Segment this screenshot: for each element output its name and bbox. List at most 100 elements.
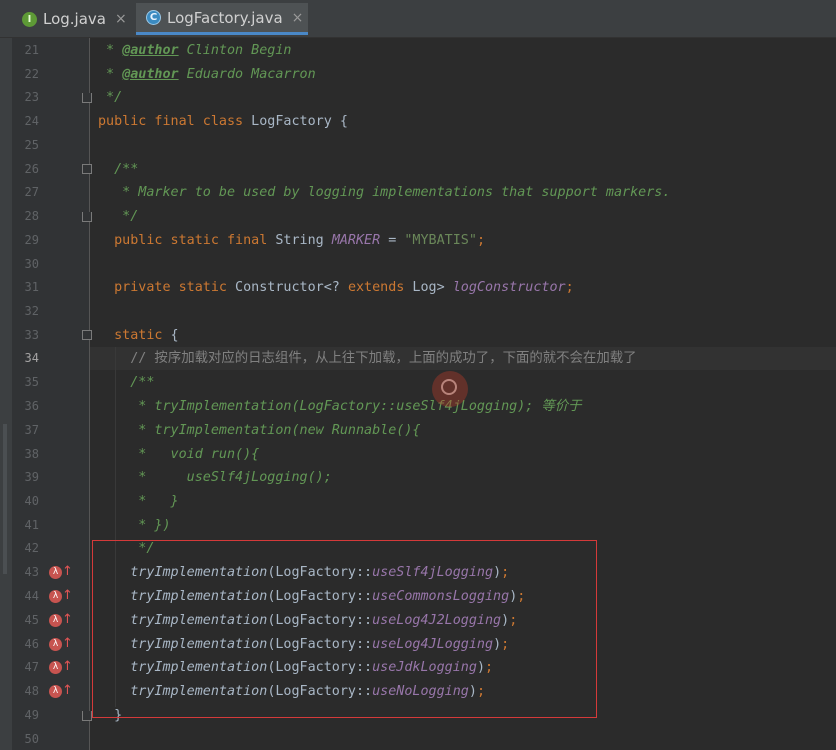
line-number: 44 — [24, 589, 39, 603]
code-line: 28 */ — [0, 205, 836, 228]
tab-label: LogFactory.java — [167, 8, 283, 27]
code-line: 40 * } — [0, 490, 836, 513]
lambda-icon[interactable]: λ — [49, 566, 62, 579]
code-line: 30 — [0, 253, 836, 276]
override-up-arrow-icon[interactable]: ↑ — [62, 565, 73, 578]
override-up-arrow-icon[interactable]: ↑ — [62, 613, 73, 626]
tab-logfactory-java[interactable]: C LogFactory.java × — [136, 3, 308, 35]
line-text[interactable]: static { — [98, 324, 179, 347]
line-text[interactable]: private static Constructor<? extends Log… — [98, 276, 574, 299]
line-text[interactable]: * tryImplementation(LogFactory::useSlf4j… — [98, 395, 581, 418]
line-text[interactable]: * } — [98, 490, 178, 513]
line-number: 41 — [24, 518, 39, 532]
close-icon[interactable]: × — [292, 10, 304, 26]
lambda-icon[interactable]: λ — [49, 685, 62, 698]
lambda-icon[interactable]: λ — [49, 614, 62, 627]
code-line: 38 * void run(){ — [0, 443, 836, 466]
line-text[interactable]: */ — [98, 205, 138, 228]
line-number: 38 — [24, 447, 39, 461]
close-icon[interactable]: × — [115, 11, 127, 27]
override-up-arrow-icon[interactable]: ↑ — [62, 589, 73, 602]
line-number: 45 — [24, 613, 39, 627]
line-text[interactable]: /** — [98, 371, 154, 394]
fold-end-icon[interactable] — [82, 212, 92, 222]
line-number: 42 — [24, 541, 39, 555]
line-number: 46 — [24, 637, 39, 651]
fold-start-icon[interactable] — [82, 330, 92, 340]
line-number: 37 — [24, 423, 39, 437]
editor-tab-bar: I Log.java × C LogFactory.java × — [0, 0, 836, 38]
line-text[interactable]: public static final String MARKER = "MYB… — [98, 229, 485, 252]
line-number: 22 — [24, 67, 39, 81]
line-number: 49 — [24, 708, 39, 722]
lambda-icon[interactable]: λ — [49, 661, 62, 674]
line-text[interactable]: * Marker to be used by logging implement… — [98, 181, 670, 204]
search-watermark-icon — [432, 371, 468, 407]
code-line: 37 * tryImplementation(new Runnable(){ — [0, 419, 836, 442]
code-line: 27 * Marker to be used by logging implem… — [0, 181, 836, 204]
code-line: 32 — [0, 300, 836, 323]
ide-editor-window: I Log.java × C LogFactory.java × 21 * @a… — [0, 0, 836, 750]
magnifier-lens — [441, 379, 457, 395]
code-line: 24 public final class LogFactory { — [0, 110, 836, 133]
interface-icon: I — [22, 11, 37, 27]
line-number: 35 — [24, 375, 39, 389]
code-line: 50 — [0, 728, 836, 750]
line-number: 47 — [24, 660, 39, 674]
code-line: 25 — [0, 134, 836, 157]
line-text[interactable]: */ — [98, 86, 122, 109]
line-number: 25 — [24, 138, 39, 152]
code-line: 29 public static final String MARKER = "… — [0, 229, 836, 252]
annotation-highlight-box — [92, 540, 597, 718]
line-number: 31 — [24, 280, 39, 294]
line-number: 27 — [24, 185, 39, 199]
line-text[interactable]: * useSlf4jLogging(); — [98, 466, 332, 489]
code-line: 33 static { — [0, 324, 836, 347]
line-number: 23 — [24, 90, 39, 104]
line-text[interactable]: * void run(){ — [98, 443, 259, 466]
line-number: 40 — [24, 494, 39, 508]
line-number: 28 — [24, 209, 39, 223]
line-number: 34 — [24, 351, 39, 365]
line-text[interactable]: // 按序加载对应的日志组件，从上往下加载，上面的成功了，下面的就不会在加载了 — [98, 347, 636, 370]
code-line: 39 * useSlf4jLogging(); — [0, 466, 836, 489]
code-line: 26 /** — [0, 158, 836, 181]
line-number: 39 — [24, 470, 39, 484]
fold-end-icon[interactable] — [82, 93, 92, 103]
line-text[interactable]: * tryImplementation(new Runnable(){ — [98, 419, 420, 442]
line-number: 30 — [24, 257, 39, 271]
code-line: 31 private static Constructor<? extends … — [0, 276, 836, 299]
line-number: 24 — [24, 114, 39, 128]
line-text[interactable]: * @author Eduardo Macarron — [98, 63, 316, 86]
code-line: 23 */ — [0, 86, 836, 109]
override-up-arrow-icon[interactable]: ↑ — [62, 637, 73, 650]
override-up-arrow-icon[interactable]: ↑ — [62, 660, 73, 673]
code-line: 22 * @author Eduardo Macarron — [0, 63, 836, 86]
lambda-icon[interactable]: λ — [49, 638, 62, 651]
line-number: 32 — [24, 304, 39, 318]
code-line: 41 * }) — [0, 514, 836, 537]
code-line-current: 34 // 按序加载对应的日志组件，从上往下加载，上面的成功了，下面的就不会在加… — [0, 347, 836, 370]
fold-end-icon[interactable] — [82, 711, 92, 721]
line-number: 26 — [24, 162, 39, 176]
line-text[interactable]: /** — [98, 158, 138, 181]
line-number: 29 — [24, 233, 39, 247]
tab-bar-edge — [0, 0, 12, 37]
fold-start-icon[interactable] — [82, 164, 92, 174]
override-up-arrow-icon[interactable]: ↑ — [62, 684, 73, 697]
line-text[interactable]: * }) — [98, 514, 170, 537]
code-line: 36 * tryImplementation(LogFactory::useSl… — [0, 395, 836, 418]
line-number: 33 — [24, 328, 39, 342]
tab-label: Log.java — [43, 10, 106, 28]
tab-log-java[interactable]: I Log.java × — [12, 3, 134, 35]
lambda-icon[interactable]: λ — [49, 590, 62, 603]
class-icon: C — [146, 10, 161, 25]
line-number: 36 — [24, 399, 39, 413]
line-number: 48 — [24, 684, 39, 698]
line-number: 43 — [24, 565, 39, 579]
line-text[interactable]: * @author Clinton Begin — [98, 39, 291, 62]
line-number: 50 — [24, 732, 39, 746]
line-text[interactable]: public final class LogFactory { — [98, 110, 348, 133]
code-line: 21 * @author Clinton Begin — [0, 39, 836, 62]
code-line: 35 /** — [0, 371, 836, 394]
